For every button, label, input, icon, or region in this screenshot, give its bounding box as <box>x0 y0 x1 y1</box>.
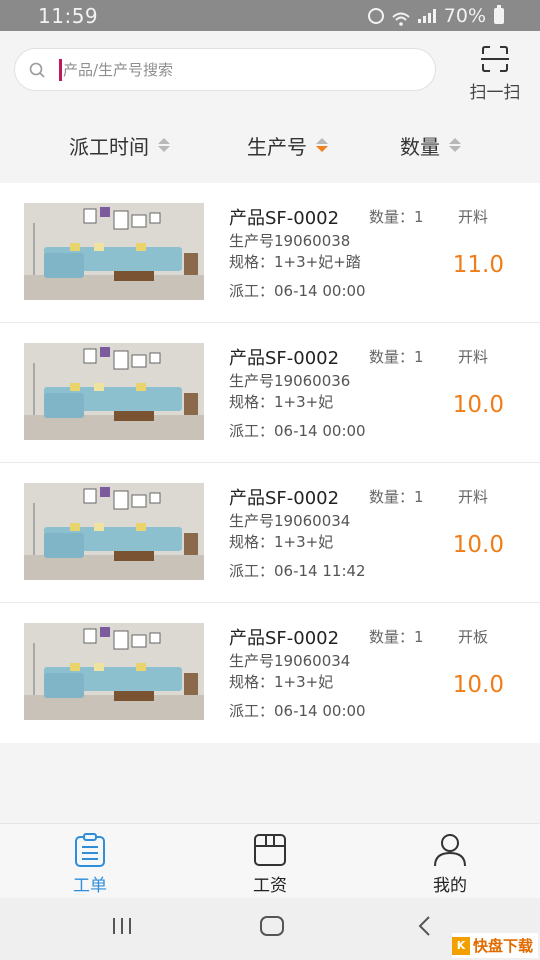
wifi-icon <box>392 9 410 26</box>
sort-label: 数量 <box>400 134 440 159</box>
dispatch-time: 派工：06-14 00:00 <box>229 702 366 720</box>
text-cursor <box>59 58 62 81</box>
scan-icon <box>480 45 510 73</box>
order-card[interactable]: 产品SF-0002 数量：1 开板 生产号19060034 规格：1+3+妃 派… <box>0 603 540 743</box>
bottom-tab-bar: 工单 工资 我的 <box>0 823 540 898</box>
search-icon <box>29 62 45 78</box>
scan-label: 扫一扫 <box>469 83 521 103</box>
sort-label: 派工时间 <box>69 134 149 159</box>
sort-arrows-icon <box>158 138 170 152</box>
watermark-text: 快盘下载 <box>473 937 534 955</box>
product-name: 产品SF-0002 <box>229 488 340 509</box>
clipboard-icon <box>72 832 108 868</box>
process-name: 开板 <box>458 628 489 646</box>
dispatch-time: 派工：06-14 00:00 <box>229 282 366 300</box>
dispatch-time: 派工：06-14 00:00 <box>229 422 366 440</box>
quantity: 数量：1 <box>369 208 424 226</box>
recent-apps-icon <box>110 916 134 940</box>
scan-button[interactable]: 扫一扫 <box>458 45 532 103</box>
sort-label: 生产号 <box>247 134 307 159</box>
sort-dispatch-time[interactable]: 派工时间 <box>69 109 170 181</box>
production-number: 生产号19060036 <box>229 372 351 390</box>
process-name: 开料 <box>458 488 489 506</box>
tab-label: 工资 <box>253 876 287 896</box>
quantity: 数量：1 <box>369 628 424 646</box>
order-list: 产品SF-0002 数量：1 开料 生产号19060038 规格：1+3+妃+踏… <box>0 183 540 743</box>
tab-wages[interactable]: 工资 <box>230 832 310 896</box>
sort-quantity[interactable]: 数量 <box>400 109 461 181</box>
order-card[interactable]: 产品SF-0002 数量：1 开料 生产号19060038 规格：1+3+妃+踏… <box>0 183 540 323</box>
sort-production-no[interactable]: 生产号 <box>247 109 328 181</box>
product-name: 产品SF-0002 <box>229 208 340 229</box>
specification: 规格：1+3+妃 <box>229 673 334 691</box>
production-number: 生产号19060038 <box>229 232 351 250</box>
order-card[interactable]: 产品SF-0002 数量：1 开料 生产号19060034 规格：1+3+妃 派… <box>0 463 540 603</box>
process-name: 开料 <box>458 348 489 366</box>
home-button[interactable] <box>258 914 286 942</box>
recent-apps-button[interactable] <box>108 914 136 942</box>
product-name: 产品SF-0002 <box>229 348 340 369</box>
product-thumbnail <box>24 483 204 580</box>
process-name: 开料 <box>458 208 489 226</box>
tab-work-orders[interactable]: 工单 <box>50 832 130 896</box>
specification: 规格：1+3+妃+踏 <box>229 253 361 271</box>
tab-label: 工单 <box>73 876 107 896</box>
specification: 规格：1+3+妃 <box>229 533 334 551</box>
wage-amount: 10.0 <box>452 392 504 418</box>
header: 扫一扫 <box>0 31 540 109</box>
alarm-icon <box>367 7 384 24</box>
production-number: 生产号19060034 <box>229 652 351 670</box>
specification: 规格：1+3+妃 <box>229 393 334 411</box>
sort-arrows-icon <box>316 138 328 152</box>
battery-percent: 70% <box>443 4 486 27</box>
product-name: 产品SF-0002 <box>229 628 340 649</box>
quantity: 数量：1 <box>369 348 424 366</box>
product-thumbnail <box>24 623 204 720</box>
status-bar: 11:59 70% <box>0 0 540 31</box>
back-button[interactable] <box>412 914 436 942</box>
home-icon <box>259 915 285 941</box>
wage-amount: 11.0 <box>452 252 504 278</box>
product-thumbnail <box>24 343 204 440</box>
sort-arrows-icon <box>449 138 461 152</box>
watermark-logo: K 快盘下载 <box>452 933 538 958</box>
battery-icon <box>494 4 504 24</box>
dispatch-time: 派工：06-14 11:42 <box>229 562 366 580</box>
status-time: 11:59 <box>38 3 99 28</box>
wage-amount: 10.0 <box>452 672 504 698</box>
quantity: 数量：1 <box>369 488 424 506</box>
back-icon <box>416 915 432 941</box>
status-indicators: 70% <box>367 4 504 27</box>
wage-box-icon <box>252 832 288 868</box>
watermark-icon: K <box>452 936 470 955</box>
wage-amount: 10.0 <box>452 532 504 558</box>
search-input[interactable] <box>63 60 393 79</box>
product-thumbnail <box>24 203 204 300</box>
tab-label: 我的 <box>433 876 467 896</box>
signal-icon <box>417 8 436 23</box>
production-number: 生产号19060034 <box>229 512 351 530</box>
order-card[interactable]: 产品SF-0002 数量：1 开料 生产号19060036 规格：1+3+妃 派… <box>0 323 540 463</box>
user-icon <box>432 832 468 868</box>
sort-bar: 派工时间 生产号 数量 <box>0 109 540 181</box>
search-box[interactable] <box>14 48 436 91</box>
tab-mine[interactable]: 我的 <box>410 832 490 896</box>
